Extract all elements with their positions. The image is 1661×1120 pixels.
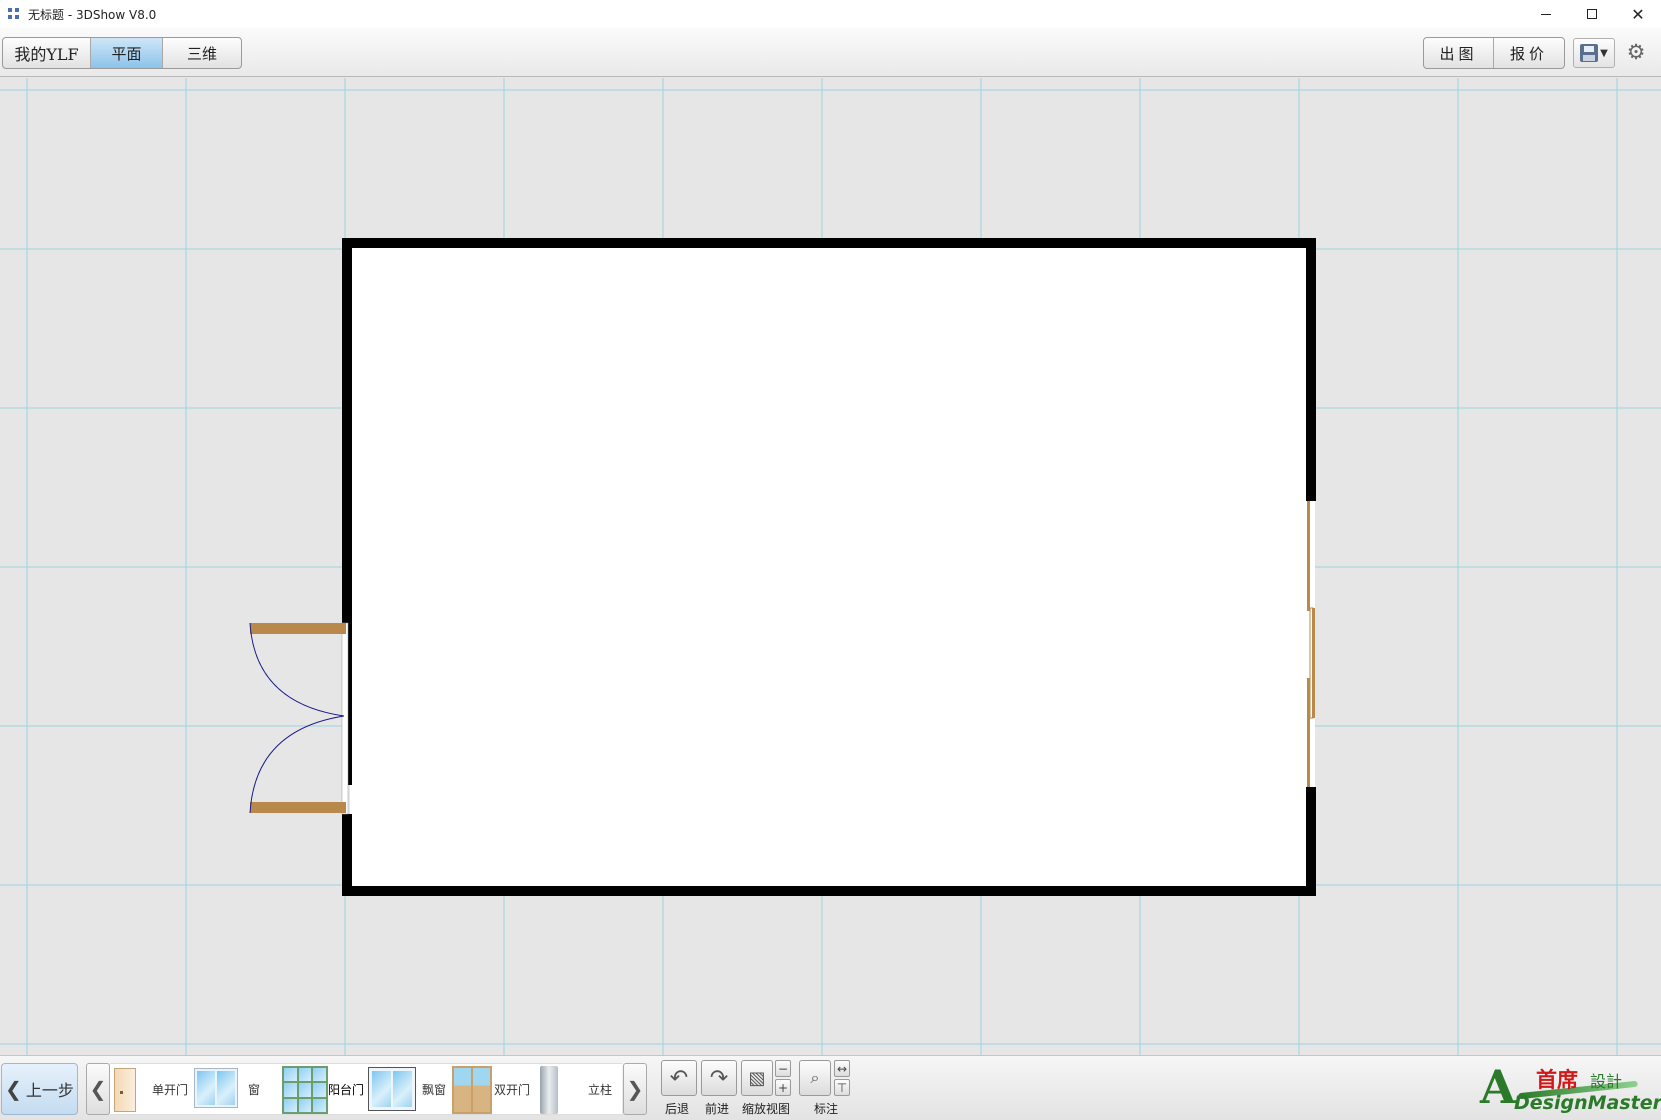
- palette-label: 窗: [248, 1083, 261, 1097]
- window-controls: ✕: [1523, 0, 1661, 28]
- wall-right-lower[interactable]: [1306, 787, 1316, 896]
- text-dimension-icon: ⊤: [836, 1080, 848, 1095]
- title-bar: 无标题 - 3DShow V8.0 ✕: [0, 0, 1661, 28]
- window-icon: [194, 1068, 238, 1108]
- chevron-left-icon: ❮: [89, 1077, 107, 1101]
- close-icon: ✕: [1631, 4, 1645, 24]
- settings-button[interactable]: ⚙: [1624, 40, 1648, 64]
- zoom-in-button[interactable]: +: [775, 1079, 791, 1096]
- bay-window-icon: [368, 1067, 416, 1111]
- zoom-out-button[interactable]: −: [775, 1060, 791, 1077]
- palette-label: 阳台门: [328, 1083, 365, 1097]
- previous-step-label: 上一步: [25, 1081, 74, 1100]
- gear-icon: ⚙: [1626, 40, 1646, 64]
- redo-icon: ↷: [709, 1065, 729, 1091]
- quote-button[interactable]: 报价: [1494, 38, 1564, 68]
- minimize-icon: [1541, 13, 1551, 15]
- export-drawing-button[interactable]: 出图: [1424, 38, 1494, 68]
- chevron-right-icon: ❯: [626, 1077, 644, 1101]
- maximize-button[interactable]: [1569, 0, 1615, 28]
- save-button[interactable]: ▼: [1573, 38, 1615, 68]
- zoom-label: 缩放视图: [742, 1102, 791, 1116]
- pillar-icon: [540, 1066, 558, 1114]
- palette-label: 立柱: [588, 1083, 613, 1097]
- chevron-down-icon[interactable]: ▼: [1600, 48, 1608, 59]
- previous-step-button[interactable]: ❮ 上一步: [1, 1063, 78, 1115]
- logo-chinese-secondary: 設計: [1590, 1072, 1623, 1091]
- palette-item-pillar[interactable]: 立柱: [538, 1064, 622, 1116]
- plus-icon: +: [777, 1080, 789, 1095]
- wall-bottom[interactable]: [342, 886, 1316, 896]
- palette-scroll-right[interactable]: ❯: [623, 1063, 647, 1115]
- view-mode-group: 我的YLF 平面 三维: [2, 37, 242, 69]
- logo-compass-glyph: A: [1480, 1060, 1516, 1114]
- close-button[interactable]: ✕: [1615, 0, 1661, 28]
- door-leaf-top[interactable]: [250, 623, 346, 634]
- palette-item-bay-window[interactable]: 飘窗: [368, 1064, 452, 1116]
- dimension-vertical-button[interactable]: ⊤: [834, 1079, 850, 1096]
- output-group: 出图 报价: [1423, 37, 1565, 69]
- palette-scroll-left[interactable]: ❮: [86, 1063, 110, 1115]
- palette-item-single-door[interactable]: 单开门: [110, 1064, 194, 1116]
- wall-left-lower[interactable]: [342, 814, 352, 896]
- palette-label: 双开门: [494, 1083, 531, 1097]
- palette-item-double-door[interactable]: 双开门: [452, 1064, 538, 1116]
- dimension-search-icon: ⌕: [810, 1068, 820, 1087]
- palette-label: 单开门: [152, 1083, 189, 1097]
- main-toolbar: 我的YLF 平面 三维 出图 报价 ▼: [0, 28, 1661, 77]
- chevron-left-icon: ❮: [5, 1077, 22, 1101]
- room-floor[interactable]: [350, 247, 1307, 888]
- component-palette: 单开门 窗 阳台门 飘窗 双开门 立柱: [110, 1063, 622, 1115]
- double-door-icon: [452, 1066, 492, 1114]
- zoom-view-icon: ▧: [748, 1067, 766, 1089]
- wall-top[interactable]: [342, 238, 1316, 248]
- tab-3d[interactable]: 三维: [163, 38, 241, 68]
- undo-label: 后退: [665, 1102, 690, 1116]
- minus-icon: −: [777, 1061, 789, 1076]
- balcony-door-icon: [282, 1066, 328, 1114]
- undo-button[interactable]: ↶: [661, 1060, 697, 1096]
- door-leaf-bottom[interactable]: [250, 802, 346, 813]
- undo-icon: ↶: [669, 1065, 689, 1091]
- app-icon: [6, 6, 22, 22]
- redo-button[interactable]: ↷: [701, 1060, 737, 1096]
- my-account-button[interactable]: 我的YLF: [3, 38, 91, 68]
- palette-label: 飘窗: [422, 1083, 447, 1097]
- save-icon: [1580, 44, 1599, 62]
- floor-plan-canvas[interactable]: [0, 78, 1661, 1055]
- tab-plan[interactable]: 平面: [91, 38, 163, 68]
- wall-right-upper[interactable]: [1306, 238, 1316, 501]
- redo-label: 前进: [705, 1102, 730, 1116]
- palette-item-window[interactable]: 窗: [194, 1064, 270, 1116]
- floor-plan-svg[interactable]: [0, 78, 1661, 1055]
- minimize-button[interactable]: [1523, 0, 1569, 28]
- sliding-window[interactable]: [1307, 501, 1315, 787]
- bottom-toolbar: ❮ 上一步 ❮ 单开门 窗 阳台门 飘窗 双开门 立柱 ❯ ↶ 后退 ↷ 前进 …: [0, 1055, 1661, 1120]
- designmaster-logo: A 首席 設計 DesignMaster: [1478, 1060, 1661, 1118]
- zoom-fit-button[interactable]: ▧: [741, 1060, 773, 1096]
- palette-item-balcony-door[interactable]: 阳台门: [282, 1064, 368, 1116]
- logo-chinese: 首席: [1536, 1068, 1578, 1092]
- maximize-icon: [1587, 9, 1597, 19]
- horizontal-dimension-icon: ↔: [836, 1061, 848, 1076]
- window-title: 无标题 - 3DShow V8.0: [28, 7, 157, 22]
- single-door-icon: [114, 1068, 136, 1112]
- dimension-button[interactable]: ⌕: [799, 1060, 831, 1096]
- logo-english: DesignMaster: [1514, 1092, 1661, 1114]
- annotate-label: 标注: [814, 1102, 839, 1116]
- dimension-horizontal-button[interactable]: ↔: [834, 1060, 850, 1077]
